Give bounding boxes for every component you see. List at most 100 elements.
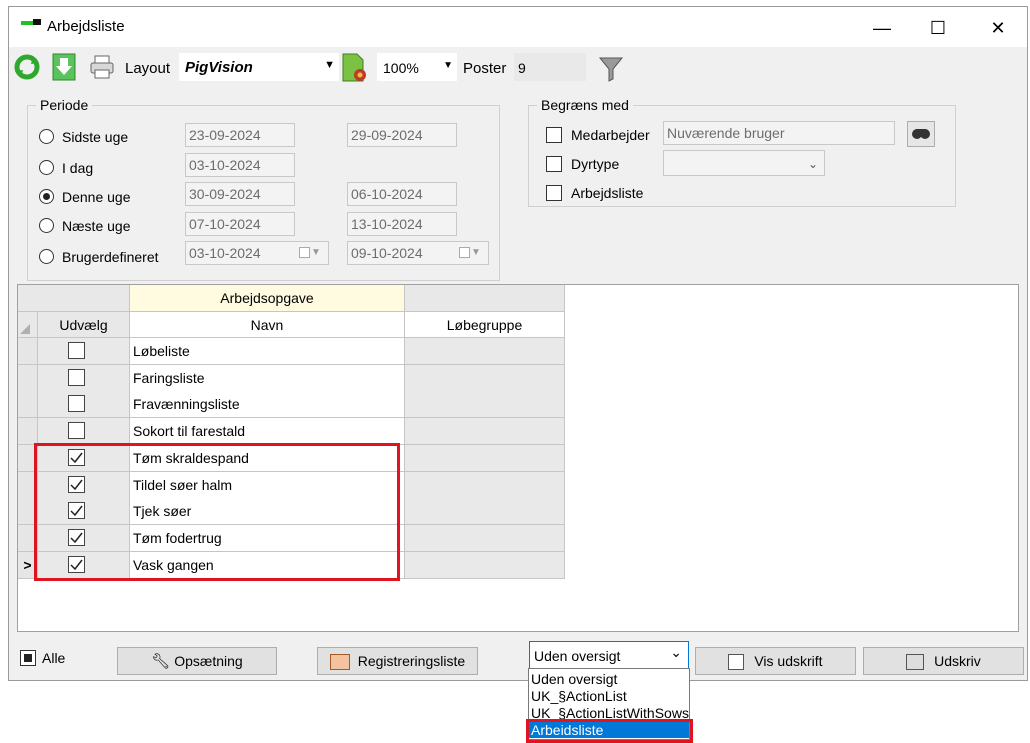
row-checkbox[interactable]: [68, 369, 85, 386]
layout-label: Layout: [125, 60, 171, 77]
opsaetning-button[interactable]: 🔧︎ Opsætning: [117, 647, 277, 675]
layout-settings-icon[interactable]: [341, 53, 369, 83]
opsaetning-label: Opsætning: [174, 653, 243, 669]
row-lobegruppe[interactable]: [405, 498, 565, 525]
radio-label: Brugerdefineret: [62, 249, 159, 265]
select-cell: [38, 391, 130, 418]
refresh-icon[interactable]: [13, 53, 41, 81]
user-lookup-button[interactable]: [907, 121, 935, 147]
row-lobegruppe[interactable]: [405, 525, 565, 552]
window-title: Arbejdsliste: [47, 18, 125, 35]
radio-label: I dag: [62, 160, 94, 176]
radio-naeste-uge[interactable]: [39, 218, 54, 233]
row-lobegruppe[interactable]: [405, 418, 565, 445]
row-header[interactable]: [18, 418, 38, 445]
radio-i-dag[interactable]: [39, 160, 54, 175]
date-from-value: 03-10-2024: [189, 245, 261, 261]
select-cell: [38, 338, 130, 365]
row-checkbox[interactable]: [68, 342, 85, 359]
row-checkbox[interactable]: [68, 395, 85, 412]
row-header[interactable]: [18, 391, 38, 418]
dropdown-option[interactable]: UK_§ActionList: [531, 688, 627, 704]
row-lobegruppe[interactable]: [405, 338, 565, 365]
toolbar: Layout PigVision ▼ 100% ▼ Poster 9: [9, 47, 1027, 89]
row-lobegruppe[interactable]: [405, 445, 565, 472]
radio-brugerdefineret[interactable]: [39, 249, 54, 264]
vis-udskrift-button[interactable]: Vis udskrift: [695, 647, 856, 675]
radio-label: Sidste uge: [62, 129, 129, 145]
print-icon[interactable]: [89, 55, 115, 79]
date-to-value: 09-10-2024: [351, 245, 423, 261]
dropdown-option[interactable]: Uden oversigt: [531, 671, 617, 687]
date-from-picker[interactable]: 03-10-2024 ▼: [185, 241, 329, 265]
date-from-field: 07-10-2024: [185, 212, 295, 236]
row-name[interactable]: Fravænningsliste: [130, 391, 405, 418]
poster-count: 9: [518, 60, 526, 76]
chevron-down-icon: ⌄: [670, 644, 682, 660]
oversigt-select[interactable]: Uden oversigt ⌄: [529, 641, 689, 669]
row-name[interactable]: Løbeliste: [130, 338, 405, 365]
date-from-field: 03-10-2024: [185, 153, 295, 177]
alle-label: Alle: [42, 650, 66, 666]
layout-select[interactable]: PigVision ▼: [179, 53, 339, 81]
alle-checkbox[interactable]: [20, 650, 36, 666]
begraens-title: Begræns med: [537, 97, 633, 113]
registreringsliste-label: Registreringsliste: [357, 653, 466, 669]
row-header[interactable]: [18, 365, 38, 392]
zoom-select[interactable]: 100% ▼: [377, 53, 457, 81]
row-lobegruppe[interactable]: [405, 365, 565, 392]
udskriv-label: Udskriv: [934, 653, 981, 669]
date-from-field: 23-09-2024: [185, 123, 295, 147]
maximize-button[interactable]: ☐: [915, 15, 961, 41]
dyrtype-checkbox[interactable]: [546, 156, 562, 172]
close-button[interactable]: ✕: [975, 15, 1021, 41]
arbejdsliste-checkbox[interactable]: [546, 185, 562, 201]
row-name[interactable]: Faringsliste: [130, 365, 405, 392]
row-header[interactable]: [18, 338, 38, 365]
col-header-udvaelg[interactable]: Udvælg: [38, 312, 130, 338]
highlight-box-arbeidsliste: [526, 719, 693, 743]
arbejdsliste-label: Arbejdsliste: [571, 185, 644, 201]
print-icon: [906, 654, 925, 671]
radio-label: Denne uge: [62, 189, 131, 205]
wrench-icon: 🔧︎: [151, 653, 171, 670]
band-header: Arbejdsopgave: [130, 285, 405, 312]
date-to-field: 06-10-2024: [347, 182, 457, 206]
hand-icon: [329, 654, 350, 671]
dyrtype-select[interactable]: ⌄: [663, 150, 825, 176]
app-icon: [21, 19, 41, 27]
filter-icon[interactable]: [597, 55, 625, 83]
col-header-lobegruppe[interactable]: Løbegruppe: [405, 312, 565, 338]
vis-udskrift-label: Vis udskrift: [754, 653, 823, 669]
chevron-down-icon: ▼: [471, 247, 481, 258]
chevron-down-icon: ▼: [311, 247, 321, 258]
band-header-empty: [405, 285, 565, 312]
download-icon[interactable]: [51, 53, 77, 81]
row-lobegruppe[interactable]: [405, 552, 565, 579]
chevron-down-icon: ▼: [324, 59, 335, 71]
grid-corner-top: [18, 285, 130, 312]
date-from-field: 30-09-2024: [185, 182, 295, 206]
date-to-field: 29-09-2024: [347, 123, 457, 147]
row-checkbox[interactable]: [68, 422, 85, 439]
dyrtype-label: Dyrtype: [571, 156, 620, 172]
chevron-down-icon: ▼: [443, 60, 453, 71]
medarbejder-checkbox[interactable]: [546, 127, 562, 143]
minimize-button[interactable]: —: [859, 15, 905, 41]
radio-sidste-uge[interactable]: [39, 129, 54, 144]
registreringsliste-button[interactable]: Registreringsliste: [317, 647, 478, 675]
col-header-navn[interactable]: Navn: [130, 312, 405, 338]
poster-label: Poster: [463, 60, 507, 77]
radio-label: Næste uge: [62, 218, 131, 234]
title-bar: Arbejdsliste — ☐ ✕: [9, 7, 1027, 47]
date-to-picker[interactable]: 09-10-2024 ▼: [347, 241, 489, 265]
radio-denne-uge[interactable]: [39, 189, 54, 204]
chevron-down-icon: ⌄: [807, 157, 818, 171]
row-name[interactable]: Sokort til farestald: [130, 418, 405, 445]
periode-title: Periode: [36, 97, 93, 113]
row-lobegruppe[interactable]: [405, 391, 565, 418]
grid-corner: [18, 312, 38, 338]
medarbejder-label: Medarbejder: [571, 127, 650, 143]
row-lobegruppe[interactable]: [405, 472, 565, 499]
udskriv-button[interactable]: Udskriv: [863, 647, 1024, 675]
